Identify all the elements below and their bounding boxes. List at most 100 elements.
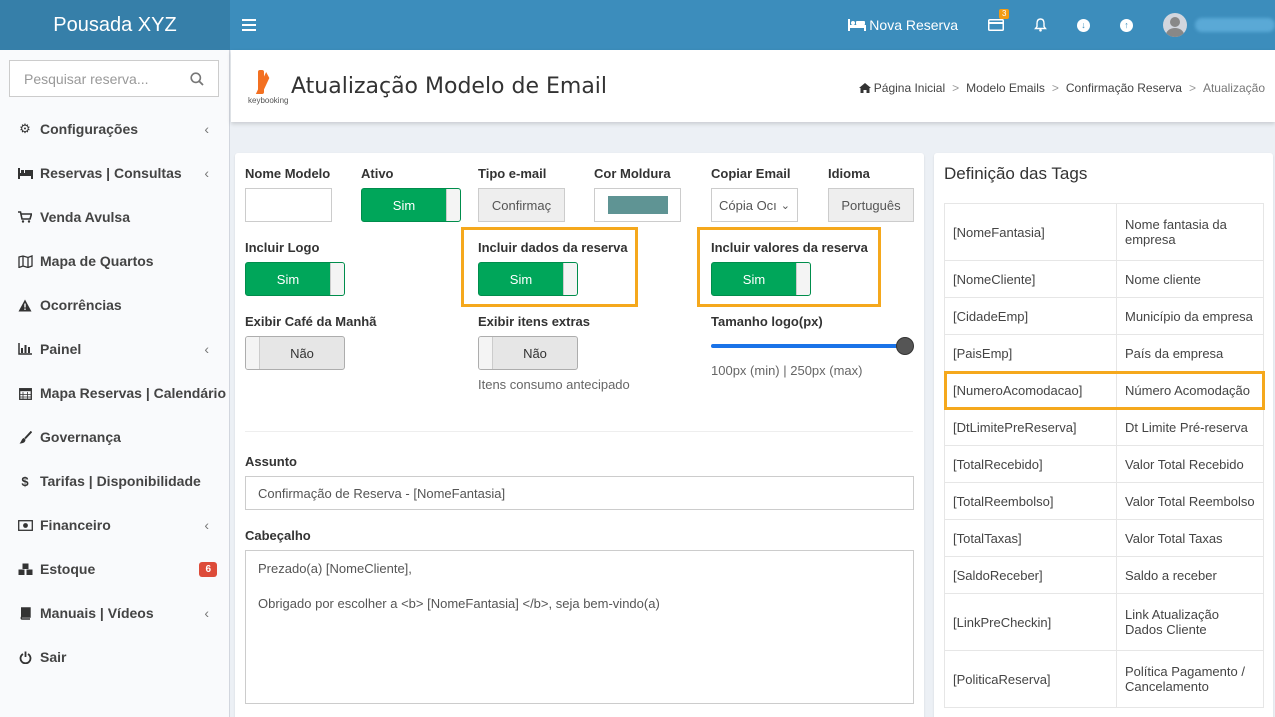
cor-moldura-picker[interactable] xyxy=(594,188,681,222)
sidebar-item-label: Ocorrências xyxy=(40,297,122,313)
ativo-label: Ativo xyxy=(361,166,394,181)
bed-icon xyxy=(848,19,867,31)
sidebar-item-mapa-reservas[interactable]: Mapa Reservas | Calendário xyxy=(0,371,229,415)
notification-count-badge: 3 xyxy=(999,9,1010,19)
sidebar-item-tarifas[interactable]: $ Tarifas | Disponibilidade xyxy=(0,459,229,503)
tag-cell: [NomeCliente] xyxy=(944,260,1117,298)
incluir-logo-toggle[interactable]: Sim xyxy=(245,262,345,296)
chevron-left-icon: ‹ xyxy=(204,605,209,621)
dollar-icon: $ xyxy=(21,473,29,489)
brand-logo[interactable]: Pousada XYZ xyxy=(0,0,230,50)
exibir-cafe-toggle[interactable]: Não xyxy=(245,336,345,370)
desc-cell: Nome fantasia da empresa xyxy=(1116,203,1264,261)
toggle-label: Sim xyxy=(276,271,300,287)
sidebar-item-painel[interactable]: Painel ‹ xyxy=(0,327,229,371)
avatar xyxy=(1163,13,1187,37)
money-icon xyxy=(17,518,33,532)
menu-toggle-icon[interactable] xyxy=(242,19,256,31)
tipo-email-label: Tipo e-mail xyxy=(478,166,547,181)
sidebar-item-label: Financeiro xyxy=(40,517,111,533)
exibir-extras-toggle[interactable]: Não xyxy=(478,336,578,370)
sidebar-item-governanca[interactable]: Governança xyxy=(0,415,229,459)
new-reservation-button[interactable]: Nova Reserva xyxy=(833,0,973,50)
sidebar-item-label: Manuais | Vídeos xyxy=(40,605,154,621)
upload-button[interactable]: ↑ xyxy=(1105,0,1148,50)
breadcrumb-home[interactable]: Página Inicial xyxy=(874,81,945,95)
assunto-label: Assunto xyxy=(245,454,297,469)
cabecalho-line: Prezado(a) [NomeCliente], xyxy=(258,561,412,576)
sidebar-item-reservas[interactable]: Reservas | Consultas ‹ xyxy=(0,151,229,195)
logo-size-slider-track[interactable] xyxy=(711,344,905,348)
bed-icon xyxy=(17,166,33,180)
tag-cell: [TotalReembolso] xyxy=(944,482,1117,520)
table-row: [PoliticaReserva] Política Pagamento / Ca… xyxy=(944,650,1264,708)
search-input[interactable] xyxy=(24,70,184,87)
tags-definition-panel: Definição das Tags [NomeFantasia] Nome fa… xyxy=(934,153,1273,717)
tags-table: [NomeFantasia] Nome fantasia da empresa [… xyxy=(943,203,1265,708)
username xyxy=(1195,18,1275,32)
table-row: [LinkPreCheckin] Link Atualização Dados C… xyxy=(944,593,1264,651)
table-row: [NomeFantasia] Nome fantasia da empresa xyxy=(944,203,1264,261)
sidebar-item-venda-avulsa[interactable]: Venda Avulsa xyxy=(0,195,229,239)
sidebar-item-configuracoes[interactable]: ⚙ Configurações ‹ xyxy=(0,107,229,151)
breadcrumb-modelo-emails[interactable]: Modelo Emails xyxy=(966,81,1045,95)
sidebar-item-label: Sair xyxy=(40,649,67,665)
desc-cell: Nome cliente xyxy=(1116,260,1264,298)
table-row: [TotalRecebido] Valor Total Recebido xyxy=(944,445,1264,483)
sidebar-item-estoque[interactable]: Estoque 6 xyxy=(0,547,229,591)
sidebar-item-financeiro[interactable]: Financeiro ‹ xyxy=(0,503,229,547)
sidebar-item-manuais[interactable]: Manuais | Vídeos ‹ xyxy=(0,591,229,635)
copiar-email-select[interactable]: Cópia Ocı ⌄ xyxy=(711,188,798,222)
desc-cell: Valor Total Recebido xyxy=(1116,445,1264,483)
cabecalho-textarea[interactable]: Prezado(a) [NomeCliente], Obrigado por e… xyxy=(245,550,914,704)
cabecalho-line: Obrigado por escolher a <b> [NomeFantasi… xyxy=(258,596,660,611)
desc-cell: Link Atualização Dados Cliente xyxy=(1116,593,1264,651)
search-icon[interactable] xyxy=(190,71,204,86)
tag-cell: [SaldoReceber] xyxy=(944,556,1117,594)
user-menu[interactable] xyxy=(1148,0,1275,50)
breadcrumb-separator: > xyxy=(1188,81,1196,95)
exibir-cafe-label: Exibir Café da Manhã xyxy=(245,314,377,329)
tipo-email-field: Confirmaç xyxy=(478,188,565,222)
desc-cell: Saldo a receber xyxy=(1116,556,1264,594)
sidebar-item-mapa-quartos[interactable]: Mapa de Quartos xyxy=(0,239,229,283)
bell-button[interactable] xyxy=(1019,0,1062,50)
download-button[interactable]: ↓ xyxy=(1062,0,1105,50)
bell-icon xyxy=(1034,18,1047,32)
map-icon xyxy=(17,254,33,268)
table-row: [PaisEmp] País da empresa xyxy=(944,334,1264,372)
table-row: [TotalReembolso] Valor Total Reembolso xyxy=(944,482,1264,520)
email-template-form: Nome Modelo Ativo Sim Tipo e-mail Confir… xyxy=(235,153,924,717)
ativo-toggle[interactable]: Sim xyxy=(361,188,461,222)
toggle-label: Não xyxy=(290,345,314,361)
desc-cell: Valor Total Taxas xyxy=(1116,519,1264,557)
power-icon xyxy=(17,650,33,664)
desc-cell: Dt Limite Pré-reserva xyxy=(1116,408,1264,446)
notifications-card-button[interactable]: 3 xyxy=(973,0,1019,50)
bar-chart-icon xyxy=(17,342,33,356)
search-box xyxy=(9,60,219,97)
sidebar-item-ocorrencias[interactable]: Ocorrências xyxy=(0,283,229,327)
tag-cell: [LinkPreCheckin] xyxy=(944,593,1117,651)
breadcrumb-confirmacao[interactable]: Confirmação Reserva xyxy=(1066,81,1182,95)
gears-icon: ⚙ xyxy=(19,121,31,136)
tag-cell: [PaisEmp] xyxy=(944,334,1117,372)
toggle-label: Não xyxy=(523,345,547,361)
tag-cell: [TotalTaxas] xyxy=(944,519,1117,557)
nome-modelo-input[interactable] xyxy=(245,188,332,222)
incluir-dados-toggle[interactable]: Sim xyxy=(478,262,578,296)
desc-cell: Valor Total Reembolso xyxy=(1116,482,1264,520)
desc-cell: Município da empresa xyxy=(1116,297,1264,335)
book-icon xyxy=(17,606,33,620)
incluir-valores-toggle[interactable]: Sim xyxy=(711,262,811,296)
cart-icon xyxy=(17,210,33,224)
top-navbar: Pousada XYZ Nova Reserva 3 ↓ ↑ xyxy=(0,0,1275,50)
sidebar-item-sair[interactable]: Sair xyxy=(0,635,229,679)
logo-size-slider-handle[interactable] xyxy=(896,337,914,355)
assunto-input[interactable]: Confirmação de Reserva - [NomeFantasia] xyxy=(245,476,914,510)
nome-modelo-label: Nome Modelo xyxy=(245,166,331,181)
table-row: [DtLimitePreReserva] Dt Limite Pré-reserv… xyxy=(944,408,1264,446)
tag-cell: [NumeroAcomodacao] xyxy=(944,371,1117,409)
divider xyxy=(245,431,913,432)
toggle-label: Sim xyxy=(392,197,416,213)
